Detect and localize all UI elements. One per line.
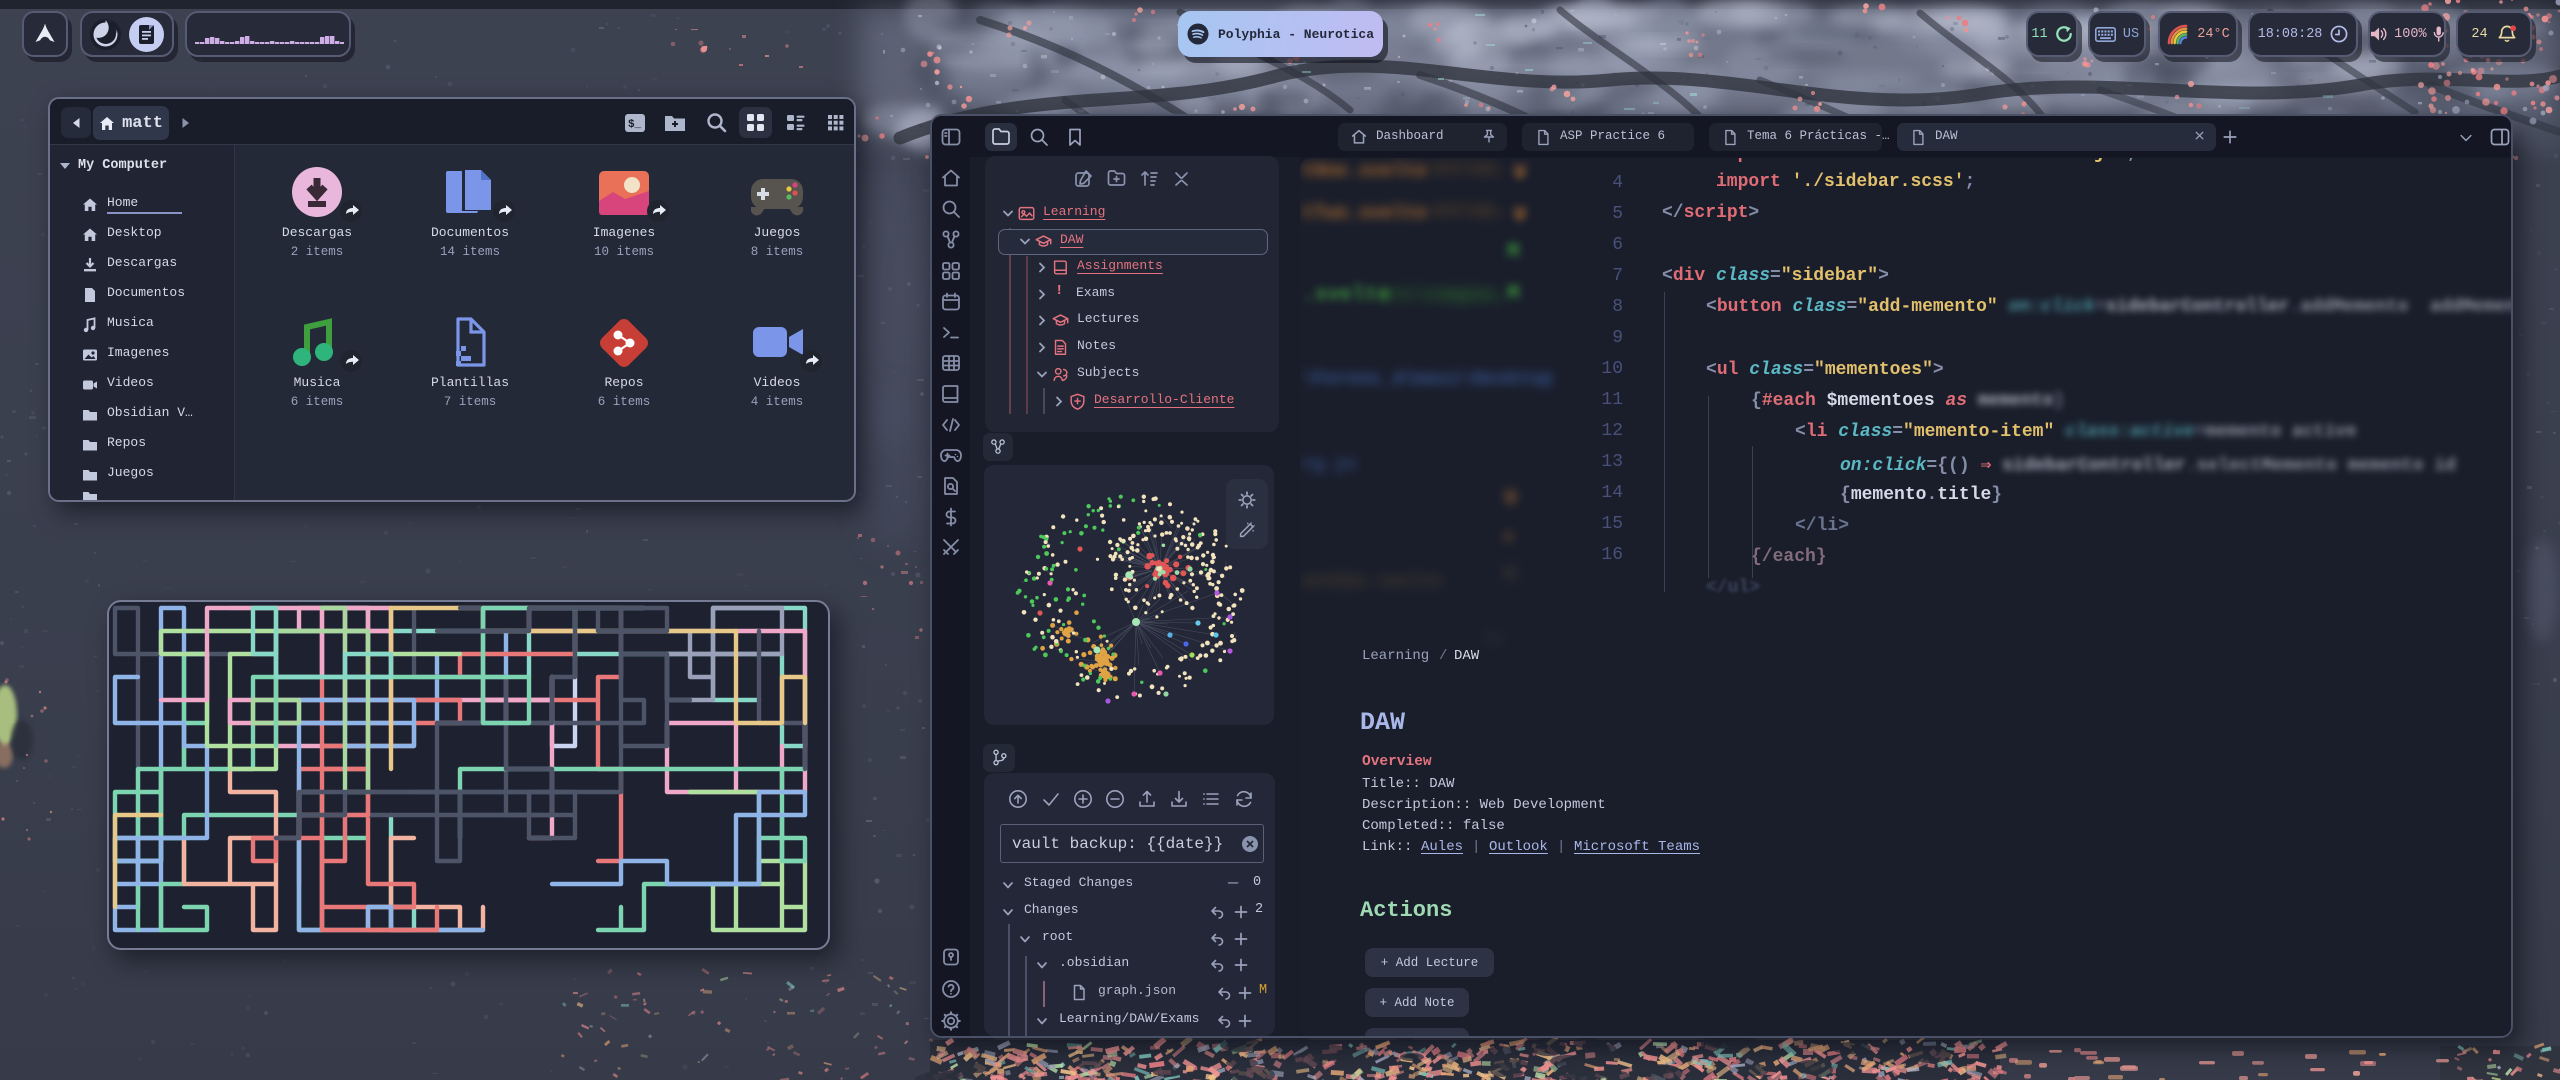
svg-text:$_: $_ — [628, 119, 642, 131]
